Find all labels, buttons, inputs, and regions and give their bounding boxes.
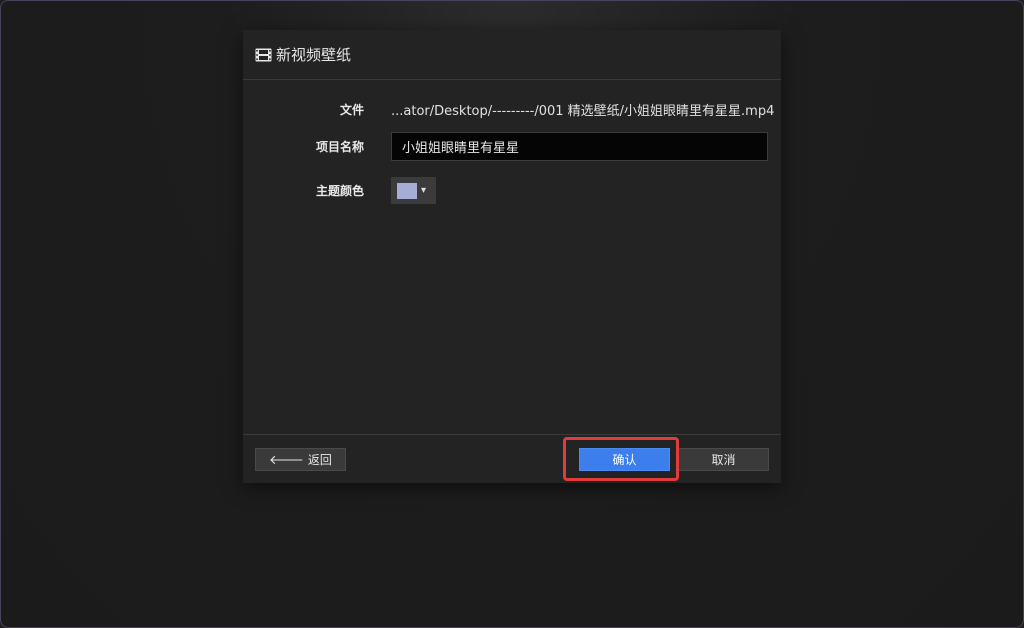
confirm-button-label: 确认: [612, 453, 637, 467]
dialog-title: 新视频壁纸: [276, 46, 352, 64]
film-icon: [255, 48, 272, 61]
theme-color-row: 主题颜色 ▾: [243, 177, 781, 204]
dialog-header: 新视频壁纸: [243, 30, 781, 80]
file-label: 文件: [339, 103, 364, 117]
cancel-button[interactable]: 取消: [678, 448, 769, 471]
color-swatch: [397, 182, 417, 199]
project-name-label: 项目名称: [315, 140, 364, 154]
theme-color-picker[interactable]: ▾: [391, 177, 436, 204]
new-video-wallpaper-dialog: 新视频壁纸 文件 ...ator/Desktop/---------/001 精…: [243, 30, 781, 483]
dialog-footer: 🡐 返回 确认 取消: [243, 434, 781, 484]
project-name-input[interactable]: 小姐姐眼睛里有星星: [391, 132, 768, 161]
project-name-row: 项目名称 小姐姐眼睛里有星星: [243, 132, 781, 161]
back-button-label: 返回: [307, 453, 332, 467]
file-path: ...ator/Desktop/---------/001 精选壁纸/小姐姐眼睛…: [391, 104, 775, 119]
confirm-button[interactable]: 确认: [579, 448, 670, 471]
cancel-button-label: 取消: [711, 453, 736, 467]
arrow-left-icon: 🡐: [269, 452, 304, 468]
back-button[interactable]: 🡐 返回: [255, 448, 346, 471]
theme-color-label: 主题颜色: [315, 184, 364, 198]
file-row: 文件 ...ator/Desktop/---------/001 精选壁纸/小姐…: [243, 100, 781, 119]
chevron-down-icon: ▾: [421, 185, 427, 196]
